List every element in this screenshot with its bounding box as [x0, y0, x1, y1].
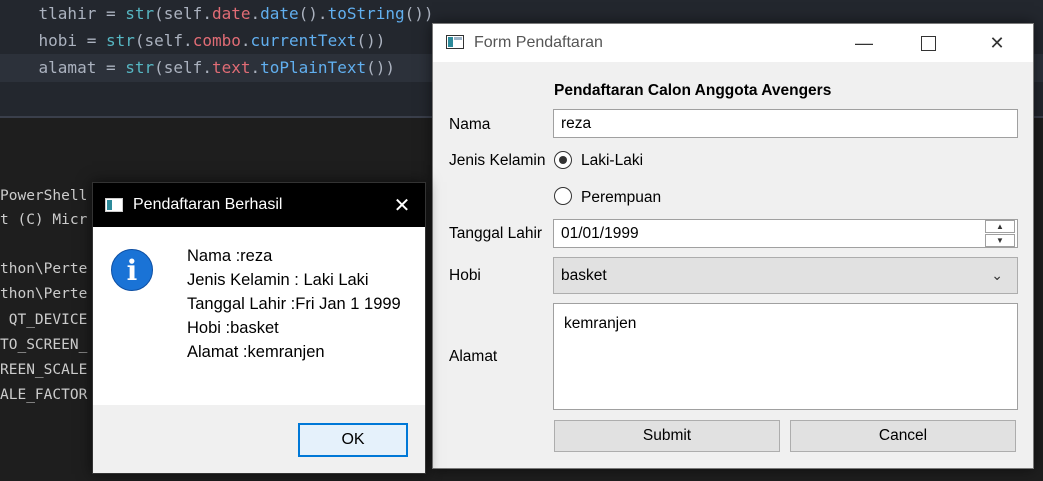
radio-laki-laki-label[interactable]: Laki-Laki	[581, 152, 643, 170]
terminal-line: PowerShell	[0, 188, 88, 204]
form-window-title: Form Pendaftaran	[474, 34, 603, 51]
terminal-line: TO_SCREEN_	[0, 337, 88, 353]
message-line-nama: Nama :reza	[187, 247, 273, 265]
close-icon: ✕	[989, 32, 1005, 53]
nama-input[interactable]: reza	[553, 109, 1018, 138]
cancel-button[interactable]: Cancel	[790, 420, 1016, 452]
information-icon: i	[111, 249, 153, 291]
pendaftaran-berhasil-dialog: Pendaftaran Berhasil ✕ i Nama :reza Jeni…	[92, 182, 426, 474]
dialog-title: Pendaftaran Berhasil	[133, 196, 283, 213]
maximize-icon	[920, 35, 936, 51]
hobi-label: Hobi	[449, 267, 481, 284]
minimize-icon: —	[855, 32, 873, 53]
radio-laki-laki[interactable]	[554, 151, 572, 169]
app-window-icon	[105, 198, 123, 212]
spin-up-button[interactable]: ▲	[985, 220, 1015, 233]
jenis-kelamin-label: Jenis Kelamin	[449, 152, 546, 169]
message-line-jenis-kelamin: Jenis Kelamin : Laki Laki	[187, 271, 369, 289]
terminal-line: ALE_FACTOR	[0, 387, 88, 403]
code-line-alamat: alamat = str(self.text.toPlainText())	[38, 58, 395, 77]
hobi-selected-value: basket	[561, 267, 607, 284]
radio-perempuan[interactable]	[554, 187, 572, 205]
terminal-line: QT_DEVICE	[0, 312, 88, 328]
tanggal-lahir-input[interactable]: 01/01/1999	[553, 219, 1018, 248]
message-line-alamat: Alamat :kemranjen	[187, 343, 325, 361]
alamat-textarea[interactable]: kemranjen	[553, 303, 1018, 410]
date-spinner: ▲ ▼	[985, 220, 1015, 248]
message-line-tanggal-lahir: Tanggal Lahir :Fri Jan 1 1999	[187, 295, 401, 313]
ok-button[interactable]: OK	[298, 423, 408, 457]
hobi-combobox[interactable]: basket ⌄	[553, 257, 1018, 294]
close-icon: ✕	[393, 194, 411, 217]
terminal-line: REEN_SCALE	[0, 362, 88, 378]
form-heading: Pendaftaran Calon Anggota Avengers	[554, 82, 832, 99]
app-window-icon	[446, 35, 464, 49]
submit-button[interactable]: Submit	[554, 420, 780, 452]
nama-label: Nama	[449, 116, 491, 133]
chevron-down-icon: ▼	[996, 236, 1004, 245]
terminal-line: thon\Perte	[0, 286, 88, 302]
spin-down-button[interactable]: ▼	[985, 234, 1015, 247]
form-titlebar[interactable]: Form Pendaftaran — ✕	[433, 24, 1033, 62]
dialog-titlebar[interactable]: Pendaftaran Berhasil ✕	[93, 183, 425, 227]
radio-perempuan-label[interactable]: Perempuan	[581, 189, 661, 207]
dialog-close-button[interactable]: ✕	[379, 183, 425, 227]
chevron-up-icon: ▲	[996, 222, 1004, 231]
chevron-down-icon: ⌄	[991, 267, 1003, 283]
tanggal-lahir-label: Tanggal Lahir	[449, 225, 543, 242]
terminal-line: t (C) Micr	[0, 212, 88, 228]
close-button[interactable]: ✕	[974, 24, 1020, 62]
code-line-hobi: hobi = str(self.combo.currentText())	[38, 31, 386, 50]
minimize-button[interactable]: —	[841, 24, 887, 62]
maximize-button[interactable]	[905, 24, 951, 62]
message-line-hobi: Hobi :basket	[187, 319, 279, 337]
alamat-label: Alamat	[449, 348, 498, 365]
dialog-body: i Nama :reza Jenis Kelamin : Laki Laki T…	[93, 227, 425, 405]
terminal-line: thon\Perte	[0, 261, 88, 277]
form-pendaftaran-window: Form Pendaftaran — ✕ Pendaftaran Calon A…	[432, 23, 1034, 469]
code-line-tlahir: tlahir = str(self.date.date().toString()…	[38, 4, 434, 23]
